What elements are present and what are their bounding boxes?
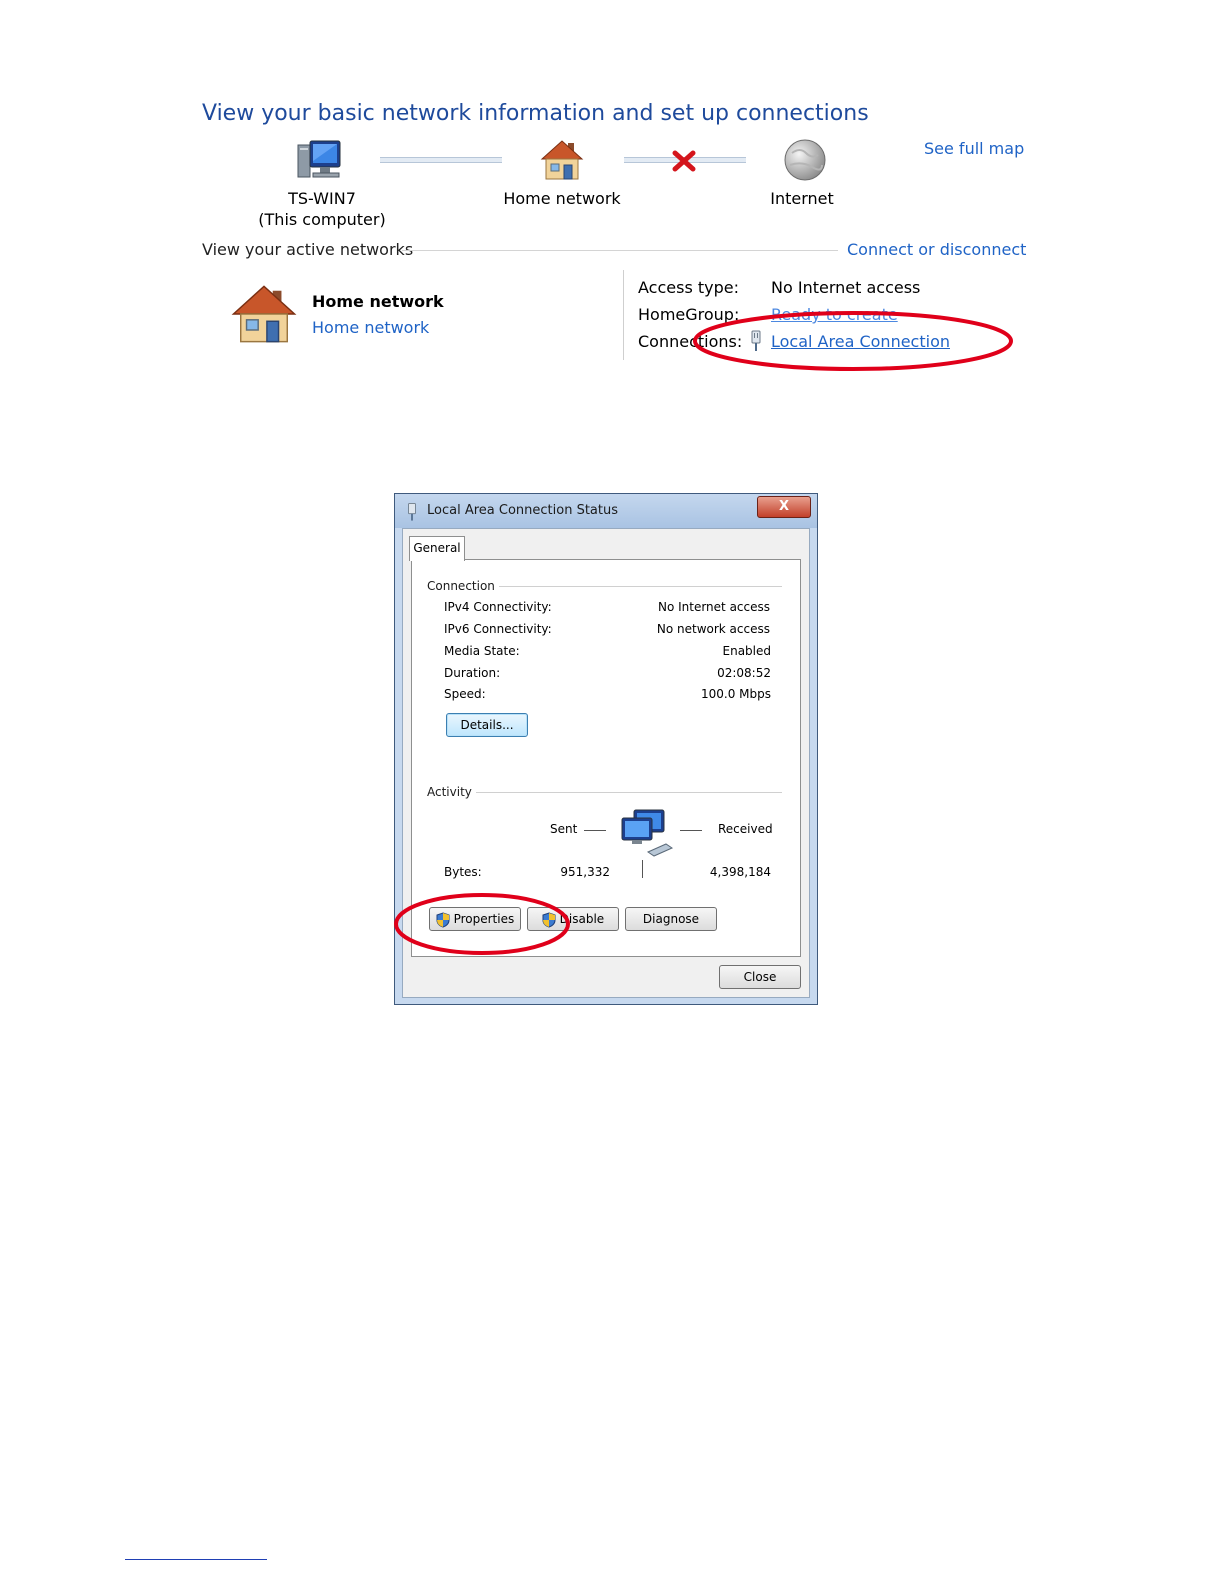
- bytes-label: Bytes:: [444, 865, 482, 879]
- close-icon[interactable]: X: [757, 496, 811, 518]
- connections-label: Connections:: [638, 332, 743, 351]
- connect-or-disconnect-link[interactable]: Connect or disconnect: [847, 240, 1026, 259]
- speed-label: Speed:: [444, 687, 486, 701]
- properties-button[interactable]: Properties: [429, 907, 521, 931]
- properties-button-label: Properties: [453, 912, 515, 926]
- disable-button[interactable]: Disable: [527, 907, 619, 931]
- ipv6-label: IPv6 Connectivity:: [444, 622, 552, 636]
- activity-group-label: Activity: [427, 785, 472, 799]
- vertical-divider: [623, 270, 624, 360]
- homegroup-label: HomeGroup:: [638, 305, 740, 324]
- sent-label: Sent: [550, 822, 578, 836]
- network-label: Home network: [503, 189, 621, 208]
- group-divider: [499, 586, 782, 587]
- ipv4-label: IPv4 Connectivity:: [444, 600, 552, 614]
- local-area-connection-link[interactable]: Local Area Connection: [771, 332, 950, 351]
- shield-icon: [436, 911, 450, 928]
- media-state-value: Enabled: [722, 644, 772, 658]
- diagnose-button[interactable]: Diagnose: [625, 907, 717, 931]
- computer-icon[interactable]: [296, 139, 344, 183]
- disable-button-label: Disable: [559, 912, 605, 926]
- active-network-name: Home network: [312, 292, 444, 311]
- house-icon: [231, 285, 297, 343]
- globe-icon[interactable]: [782, 137, 828, 183]
- ipv6-value: No network access: [656, 622, 770, 636]
- footnote-rule: [125, 1559, 267, 1560]
- ipv4-value: No Internet access: [657, 600, 770, 614]
- cable-icon: [408, 503, 416, 521]
- media-state-label: Media State:: [444, 644, 520, 658]
- shield-icon: [542, 911, 556, 928]
- see-full-map-link[interactable]: See full map: [924, 139, 1024, 158]
- map-connector-line: [380, 157, 502, 163]
- homegroup-link[interactable]: Ready to create: [771, 305, 898, 324]
- access-type-value: No Internet access: [771, 278, 921, 297]
- house-icon[interactable]: [538, 137, 586, 183]
- speed-value: 100.0 Mbps: [700, 687, 771, 701]
- bytes-sent-value: 951,332: [560, 865, 610, 879]
- status-dialog: Local Area Connection Status X General C…: [394, 493, 818, 1005]
- received-dash: [680, 830, 702, 831]
- tab-general[interactable]: General: [409, 536, 465, 561]
- received-label: Received: [718, 822, 773, 836]
- details-button[interactable]: Details...: [446, 713, 528, 737]
- computer-sub-label: (This computer): [258, 210, 386, 229]
- tab-page: Connection IPv4 Connectivity: No Interne…: [411, 559, 801, 957]
- group-divider: [476, 792, 782, 793]
- section-divider: [402, 250, 838, 251]
- page-title: View your basic network information and …: [202, 101, 869, 126]
- access-type-label: Access type:: [638, 278, 739, 297]
- dialog-client-area: General Connection IPv4 Connectivity: No…: [402, 528, 810, 998]
- connection-group-label: Connection: [427, 579, 495, 593]
- sent-dash: [584, 830, 606, 831]
- computer-name-label: TS-WIN7: [288, 189, 356, 208]
- red-x-icon: [672, 150, 696, 172]
- internet-label: Internet: [770, 189, 834, 208]
- duration-value: 02:08:52: [717, 666, 771, 680]
- network-computers-icon: [621, 809, 674, 857]
- close-button[interactable]: Close: [719, 965, 801, 989]
- cable-icon: [751, 330, 761, 351]
- bytes-divider: [642, 860, 643, 878]
- duration-label: Duration:: [444, 666, 501, 680]
- bytes-received-value: 4,398,184: [709, 865, 771, 879]
- dialog-title: Local Area Connection Status: [427, 503, 618, 518]
- active-networks-header: View your active networks: [202, 240, 414, 259]
- network-type-link[interactable]: Home network: [312, 318, 429, 337]
